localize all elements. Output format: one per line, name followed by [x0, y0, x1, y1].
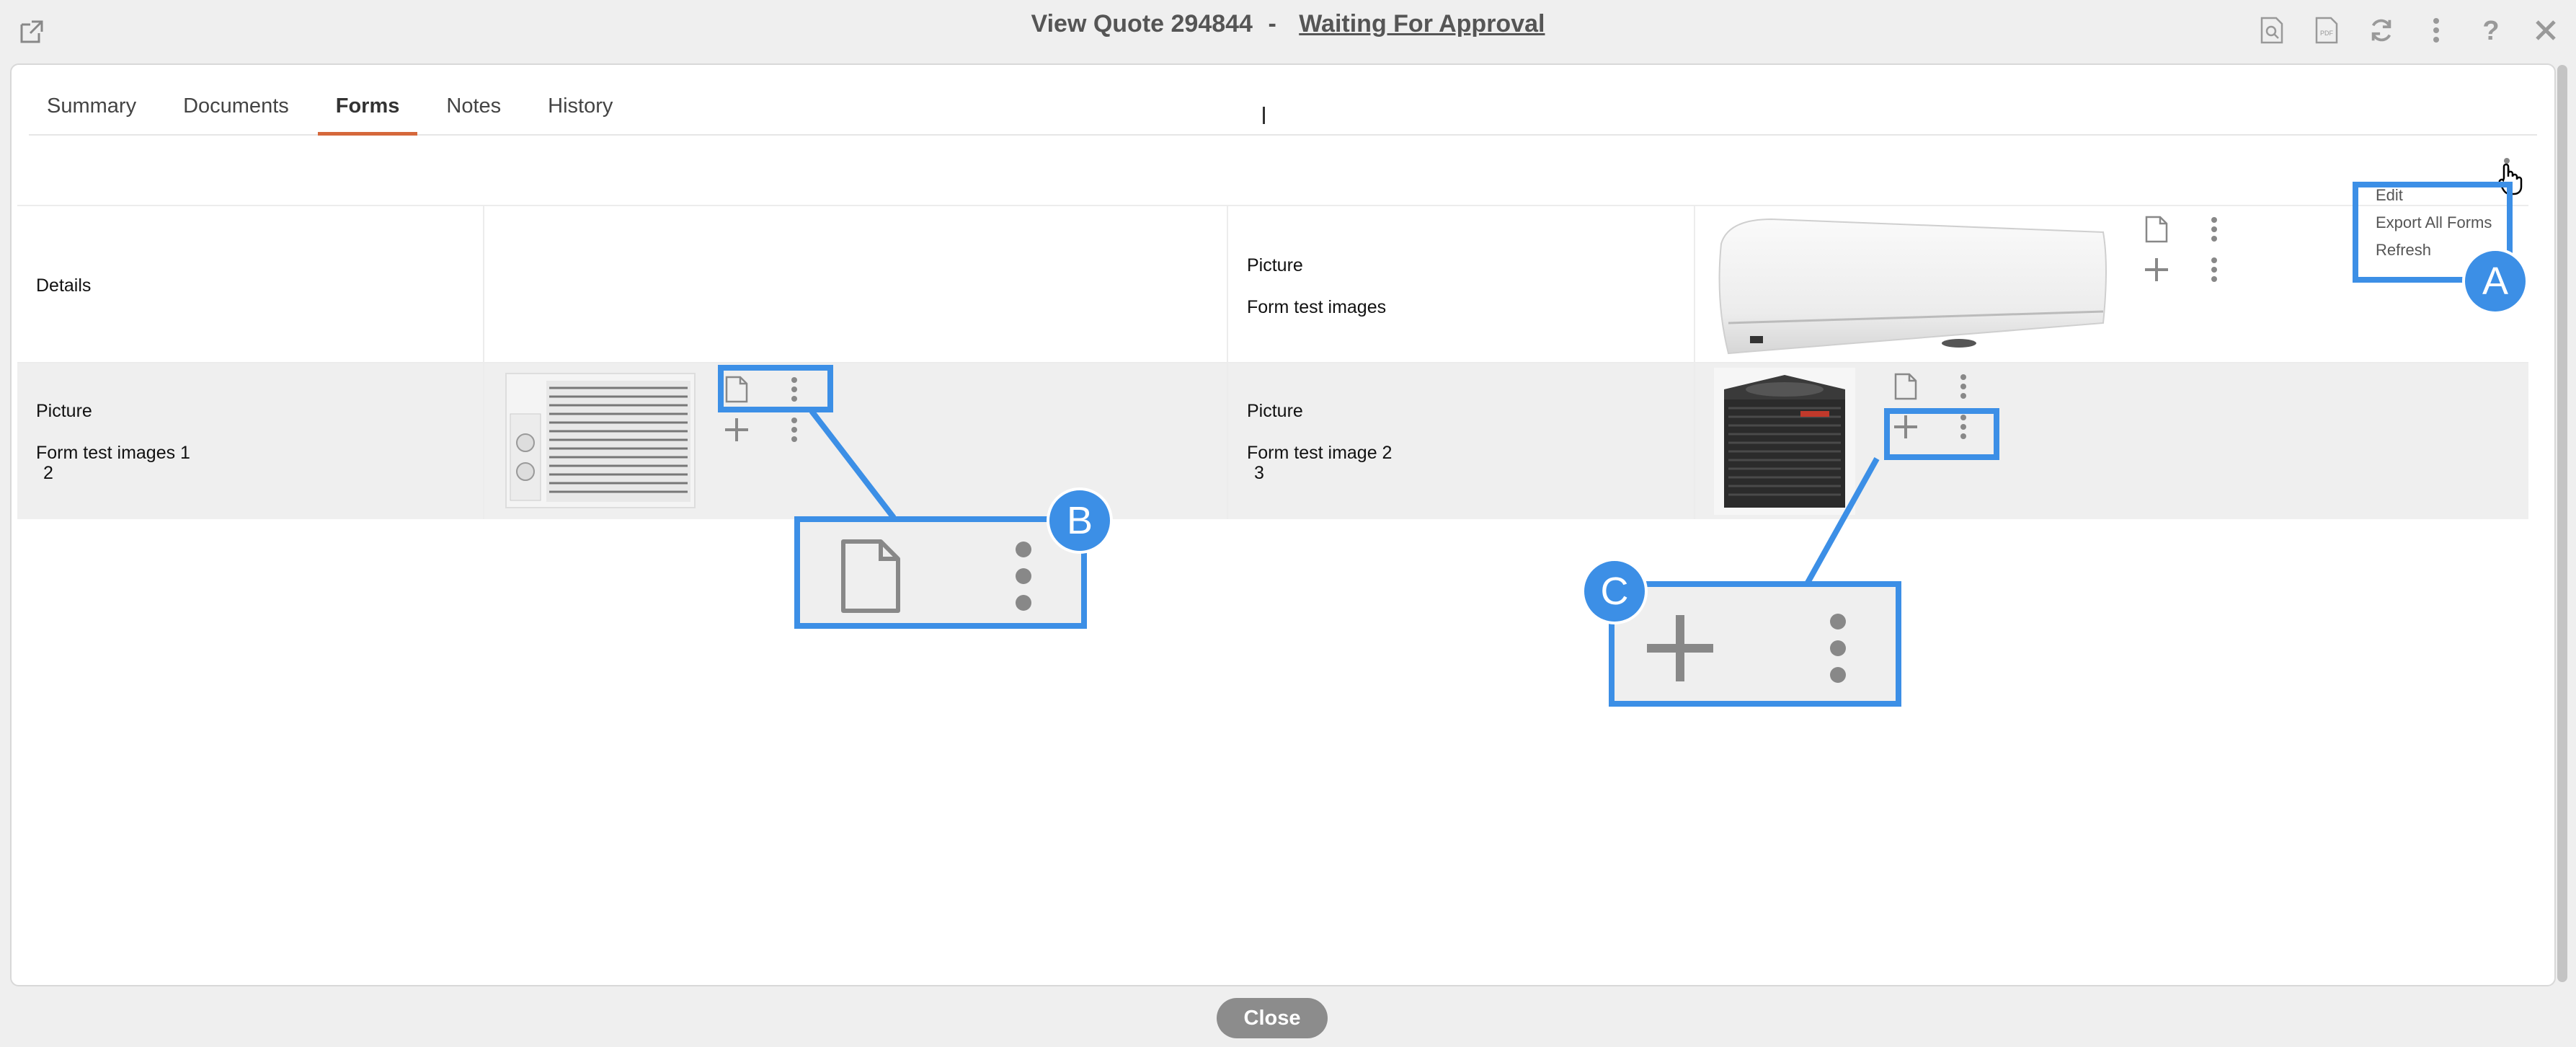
callout-connectors	[809, 409, 1880, 584]
callout-a-badge: A	[2462, 248, 2528, 314]
add-icon	[1642, 610, 1718, 686]
callout-c-zoom	[1609, 581, 1901, 707]
callout-c-badge: C	[1581, 558, 1648, 624]
callout-c-highlight	[1884, 408, 1999, 460]
close-button[interactable]: Close	[1217, 998, 1328, 1038]
more-vertical-icon	[1824, 609, 1852, 688]
more-vertical-icon	[1009, 538, 1038, 614]
document-icon	[836, 538, 905, 614]
callout-b-badge: B	[1047, 487, 1113, 554]
callout-b-highlight	[718, 365, 833, 412]
callout-b-zoom	[794, 516, 1087, 629]
